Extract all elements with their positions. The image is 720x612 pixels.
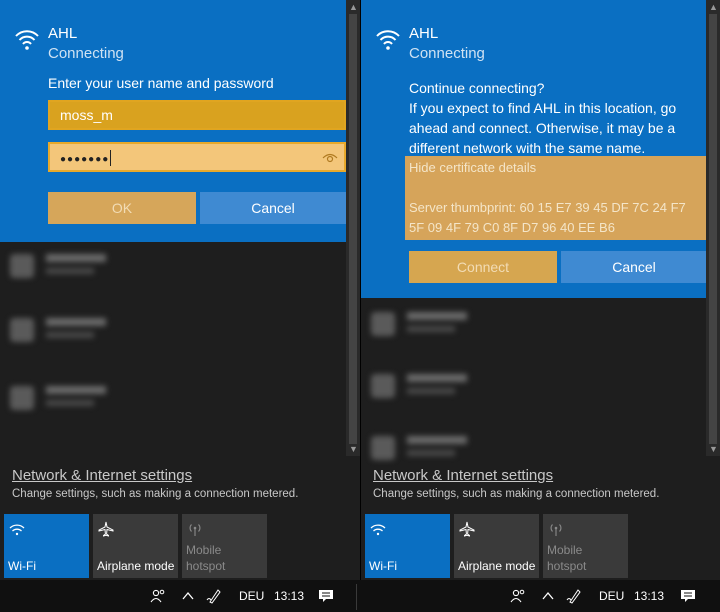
- airplane-icon: [98, 521, 114, 537]
- network-settings-description: Change settings, such as making a connec…: [12, 488, 299, 500]
- airplane-mode-tile[interactable]: Airplane mode: [454, 514, 539, 578]
- network-status: Connecting: [409, 45, 485, 62]
- input-language[interactable]: DEU: [239, 589, 264, 603]
- scroll-down-icon[interactable]: ▼: [349, 444, 358, 454]
- scrollbar[interactable]: ▲ ▼: [706, 0, 720, 456]
- wifi-icon: [370, 524, 386, 536]
- wifi-icon: [9, 524, 25, 536]
- hotspot-icon: [189, 524, 201, 536]
- wifi-icon: [15, 30, 39, 50]
- username-value: moss_m: [60, 107, 113, 123]
- hotspot-tile-label-line2: hotspot: [186, 559, 226, 573]
- connect-button[interactable]: Connect: [409, 251, 557, 283]
- network-ssid: AHL: [409, 25, 439, 42]
- airplane-tile-label: Airplane mode: [97, 559, 175, 573]
- mobile-hotspot-tile[interactable]: Mobile hotspot: [182, 514, 267, 578]
- system-tray-right: DEU 13:13: [360, 580, 720, 612]
- scroll-down-icon[interactable]: ▼: [709, 444, 718, 454]
- password-input[interactable]: ●●●●●●●: [48, 142, 346, 172]
- clock[interactable]: 13:13: [634, 589, 664, 603]
- chevron-up-icon[interactable]: [540, 588, 556, 604]
- wifi-tile-label: Wi-Fi: [8, 559, 36, 573]
- network-settings-description: Change settings, such as making a connec…: [373, 488, 660, 500]
- airplane-mode-tile[interactable]: Airplane mode: [93, 514, 178, 578]
- cancel-button[interactable]: Cancel: [200, 192, 346, 224]
- hotspot-tile-label-line1: Mobile: [186, 543, 222, 557]
- scrollbar[interactable]: ▲ ▼: [346, 0, 360, 456]
- input-language[interactable]: DEU: [599, 589, 624, 603]
- list-item[interactable]: [10, 316, 130, 346]
- airplane-icon: [459, 521, 475, 537]
- hotspot-tile-label-line1: Mobile: [547, 543, 583, 557]
- continue-message: Continue connecting? If you expect to fi…: [409, 78, 699, 158]
- pen-workspace-icon[interactable]: [206, 588, 222, 604]
- wifi-tile-label: Wi-Fi: [369, 559, 397, 573]
- username-input[interactable]: moss_m: [48, 100, 346, 130]
- wifi-tile[interactable]: Wi-Fi: [4, 514, 89, 578]
- scroll-up-icon[interactable]: ▲: [349, 2, 358, 12]
- hide-certificate-link[interactable]: Hide certificate details: [409, 158, 703, 178]
- reveal-password-icon[interactable]: [322, 150, 338, 164]
- ok-button[interactable]: OK: [48, 192, 196, 224]
- people-icon[interactable]: [150, 588, 166, 604]
- list-item[interactable]: [10, 384, 130, 414]
- people-icon[interactable]: [510, 588, 526, 604]
- network-connect-card: AHL Connecting Enter your user name and …: [0, 0, 346, 242]
- action-center-icon[interactable]: [318, 588, 334, 604]
- continue-body: If you expect to find AHL in this locati…: [409, 100, 677, 156]
- credentials-prompt: Enter your user name and password: [48, 75, 274, 91]
- mobile-hotspot-tile[interactable]: Mobile hotspot: [543, 514, 628, 578]
- taskbar-divider: [356, 584, 357, 610]
- password-mask: ●●●●●●●: [60, 154, 110, 165]
- hotspot-icon: [550, 524, 562, 536]
- list-item[interactable]: [10, 252, 130, 282]
- wifi-flyout-left: AHL Connecting Enter your user name and …: [0, 0, 360, 580]
- wifi-tile[interactable]: Wi-Fi: [365, 514, 450, 578]
- network-status: Connecting: [48, 45, 124, 62]
- network-connect-card: AHL Connecting Continue connecting? If y…: [361, 0, 707, 298]
- certificate-details: Hide certificate details Server thumbpri…: [405, 156, 707, 240]
- scrollbar-thumb[interactable]: [349, 14, 357, 444]
- pen-workspace-icon[interactable]: [566, 588, 582, 604]
- list-item[interactable]: [371, 310, 491, 340]
- cancel-button[interactable]: Cancel: [561, 251, 707, 283]
- system-tray-left: DEU 13:13: [0, 580, 356, 612]
- wifi-icon: [376, 30, 400, 50]
- airplane-tile-label: Airplane mode: [458, 559, 536, 573]
- scrollbar-thumb[interactable]: [709, 14, 717, 444]
- chevron-up-icon[interactable]: [180, 588, 196, 604]
- hotspot-tile-label-line2: hotspot: [547, 559, 587, 573]
- wifi-flyout-right: AHL Connecting Continue connecting? If y…: [360, 0, 720, 580]
- continue-question: Continue connecting?: [409, 80, 545, 96]
- scroll-up-icon[interactable]: ▲: [709, 2, 718, 12]
- certificate-thumbprint: Server thumbprint: 60 15 E7 39 45 DF 7C …: [409, 200, 686, 235]
- clock[interactable]: 13:13: [274, 589, 304, 603]
- network-ssid: AHL: [48, 25, 78, 42]
- action-center-icon[interactable]: [680, 588, 696, 604]
- list-item[interactable]: [371, 372, 491, 402]
- network-settings-link[interactable]: Network & Internet settings: [12, 467, 192, 484]
- list-item[interactable]: [371, 434, 491, 464]
- taskbar: DEU 13:13 DEU 13:13: [0, 580, 720, 612]
- network-settings-link[interactable]: Network & Internet settings: [373, 467, 553, 484]
